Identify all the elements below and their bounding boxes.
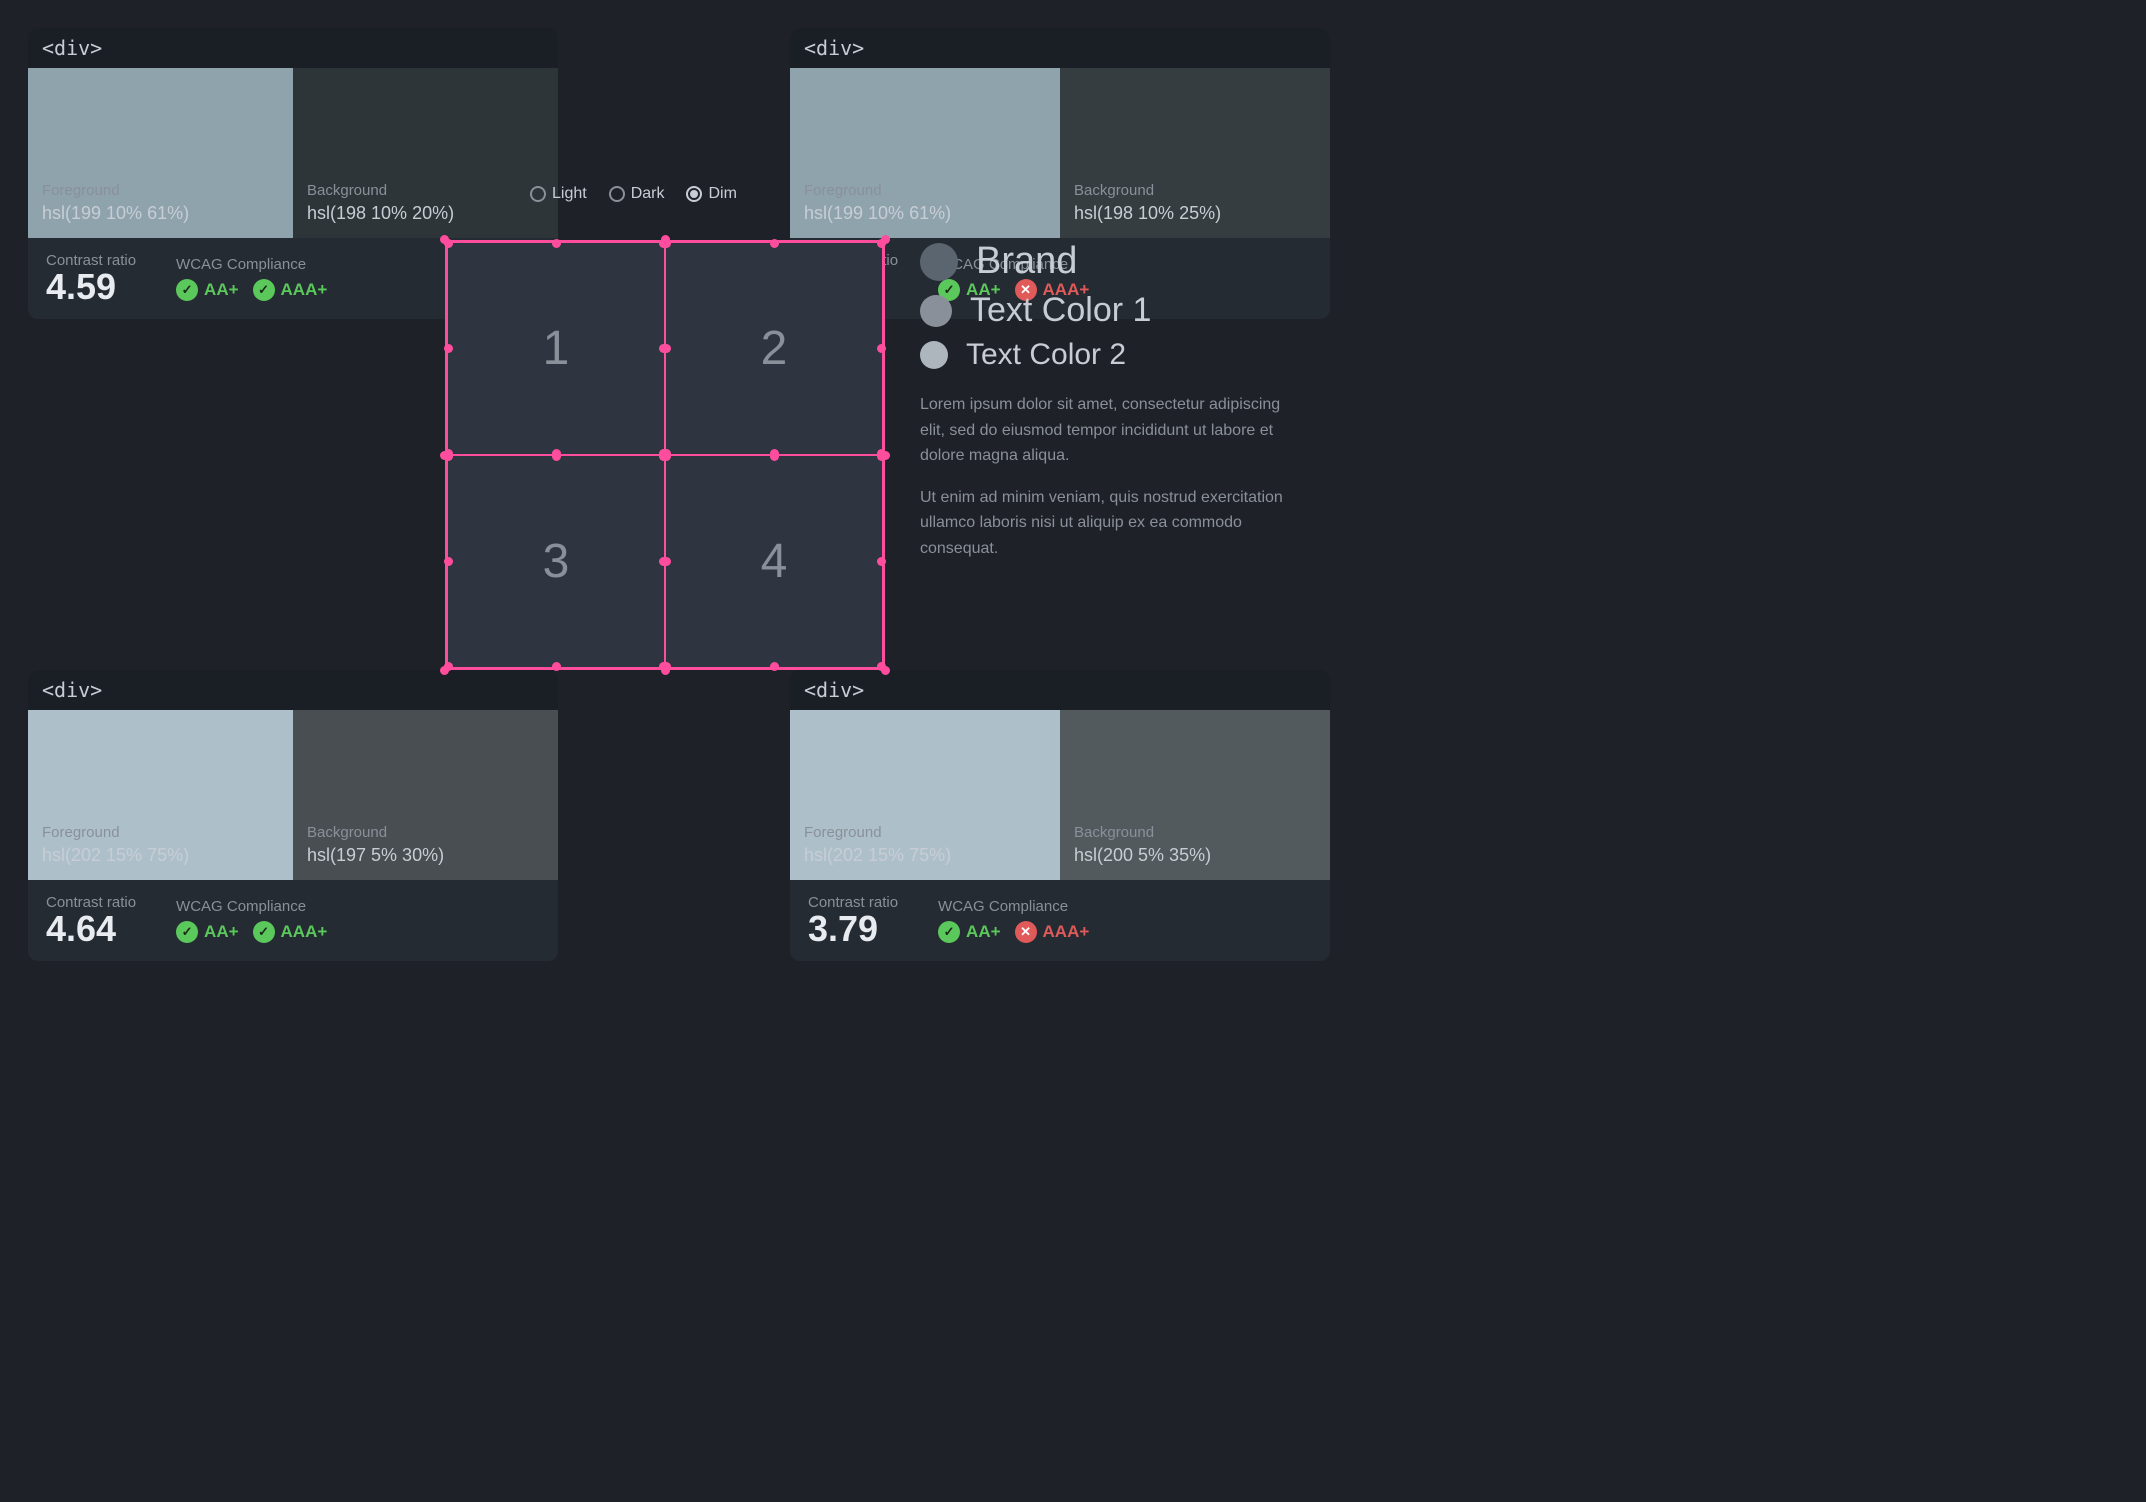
body-text-2: Ut enim ad minim veniam, quis nostrud ex…	[920, 485, 1300, 562]
cell4-handle-mr[interactable]	[877, 557, 886, 566]
handle-br[interactable]	[881, 666, 890, 675]
aa-badge-bl: ✓ AA+	[176, 921, 238, 943]
aaa-badge-bl: ✓ AAA+	[253, 921, 328, 943]
aa-icon-tl: ✓	[176, 279, 198, 301]
card-stats-br: Contrast ratio 3.79 WCAG Compliance ✓ AA…	[790, 880, 1330, 961]
aa-icon-br: ✓	[938, 921, 960, 943]
card-bottom-right: <div> Foreground hsl(202 15% 75%) Backgr…	[790, 670, 1330, 961]
right-panel: Brand Text Color 1 Text Color 2 Lorem ip…	[920, 240, 1300, 578]
handle-ml[interactable]	[440, 451, 449, 460]
cell3-handle-ml[interactable]	[444, 557, 453, 566]
foreground-swatch-tl: Foreground hsl(199 10% 61%)	[28, 68, 293, 238]
wcag-badges-bl: ✓ AA+ ✓ AAA+	[176, 921, 327, 943]
card-tag-tl: <div>	[28, 28, 558, 68]
grid-cell-3: 3	[447, 455, 665, 668]
card-tag-bl: <div>	[28, 670, 558, 710]
foreground-swatch-br: Foreground hsl(202 15% 75%)	[790, 710, 1060, 880]
foreground-swatch-bl: Foreground hsl(202 15% 75%)	[28, 710, 293, 880]
aaa-icon-bl: ✓	[253, 921, 275, 943]
theme-option-light[interactable]: Light	[530, 185, 587, 203]
background-swatch-tl: Background hsl(198 10% 20%)	[293, 68, 558, 238]
theme-option-dim[interactable]: Dim	[686, 185, 736, 203]
aaa-badge-br: ✕ AAA+	[1015, 921, 1090, 943]
contrast-block-tl: Contrast ratio 4.59	[46, 252, 136, 305]
aaa-icon-br: ✕	[1015, 921, 1037, 943]
handle-bl[interactable]	[440, 666, 449, 675]
wcag-block-br: WCAG Compliance ✓ AA+ ✕ AAA+	[938, 898, 1089, 943]
color-swatches-tr: Foreground hsl(199 10% 61%) Background h…	[790, 68, 1330, 238]
wcag-badges-tl: ✓ AA+ ✓ AAA+	[176, 279, 327, 301]
color-swatches-bl: Foreground hsl(202 15% 75%) Background h…	[28, 710, 558, 880]
radio-dim[interactable]	[686, 186, 702, 202]
cell3-handle-bc[interactable]	[552, 662, 561, 671]
contrast-block-bl: Contrast ratio 4.64	[46, 894, 136, 947]
color-swatches-tl: Foreground hsl(199 10% 61%) Background h…	[28, 68, 558, 238]
legend-item-brand: Brand	[920, 240, 1300, 283]
cell1-handle-ml[interactable]	[444, 344, 453, 353]
cell3-handle-tc[interactable]	[552, 452, 561, 461]
background-swatch-bl: Background hsl(197 5% 30%)	[293, 710, 558, 880]
handle-bc[interactable]	[661, 666, 670, 675]
cell4-handle-tc[interactable]	[770, 452, 779, 461]
grid-inner: 1 2 3	[445, 240, 885, 670]
handle-mr[interactable]	[881, 451, 890, 460]
grid-cell-4: 4	[665, 455, 883, 668]
wcag-badges-br: ✓ AA+ ✕ AAA+	[938, 921, 1089, 943]
theme-option-dark[interactable]: Dark	[609, 185, 665, 203]
handle-tr[interactable]	[881, 235, 890, 244]
body-text-container: Lorem ipsum dolor sit amet, consectetur …	[920, 392, 1300, 562]
card-bottom-left: <div> Foreground hsl(202 15% 75%) Backgr…	[28, 670, 558, 961]
handle-tc[interactable]	[661, 235, 670, 244]
legend-item-text1: Text Color 1	[920, 291, 1300, 330]
card-tag-br: <div>	[790, 670, 1330, 710]
card-tag-tr: <div>	[790, 28, 1330, 68]
radio-light[interactable]	[530, 186, 546, 202]
legend-dot-text2	[920, 341, 948, 369]
card-stats-bl: Contrast ratio 4.64 WCAG Compliance ✓ AA…	[28, 880, 558, 961]
cell4-handle-bc[interactable]	[770, 662, 779, 671]
legend-dot-text1	[920, 295, 952, 327]
theme-selector: Light Dark Dim	[530, 185, 737, 203]
grid-cell-2: 2	[665, 242, 883, 455]
aaa-icon-tl: ✓	[253, 279, 275, 301]
cell2-handle-tc[interactable]	[770, 239, 779, 248]
aa-badge-tl: ✓ AA+	[176, 279, 238, 301]
handle-tl[interactable]	[440, 235, 449, 244]
radio-dark[interactable]	[609, 186, 625, 202]
background-swatch-tr: Background hsl(198 10% 25%)	[1060, 68, 1330, 238]
cell4-handle-ml[interactable]	[662, 557, 671, 566]
wcag-block-bl: WCAG Compliance ✓ AA+ ✓ AAA+	[176, 898, 327, 943]
cell1-handle-tc[interactable]	[552, 239, 561, 248]
grid-container: 1 2 3	[445, 240, 885, 670]
grid-cell-1: 1	[447, 242, 665, 455]
background-swatch-br: Background hsl(200 5% 35%)	[1060, 710, 1330, 880]
wcag-block-tl: WCAG Compliance ✓ AA+ ✓ AAA+	[176, 256, 327, 301]
body-text-1: Lorem ipsum dolor sit amet, consectetur …	[920, 392, 1300, 469]
legend-label-text2: Text Color 2	[966, 338, 1126, 372]
legend-dot-brand	[920, 243, 958, 281]
legend-item-text2: Text Color 2	[920, 338, 1300, 372]
cell2-handle-mr[interactable]	[877, 344, 886, 353]
color-swatches-br: Foreground hsl(202 15% 75%) Background h…	[790, 710, 1330, 880]
contrast-block-br: Contrast ratio 3.79	[808, 894, 898, 947]
legend-label-brand: Brand	[976, 240, 1077, 283]
aaa-badge-tl: ✓ AAA+	[253, 279, 328, 301]
aa-icon-bl: ✓	[176, 921, 198, 943]
foreground-swatch-tr: Foreground hsl(199 10% 61%)	[790, 68, 1060, 238]
aa-badge-br: ✓ AA+	[938, 921, 1000, 943]
cell4-handle-tl[interactable]	[662, 452, 671, 461]
legend-label-text1: Text Color 1	[970, 291, 1151, 330]
cell2-handle-ml[interactable]	[662, 344, 671, 353]
